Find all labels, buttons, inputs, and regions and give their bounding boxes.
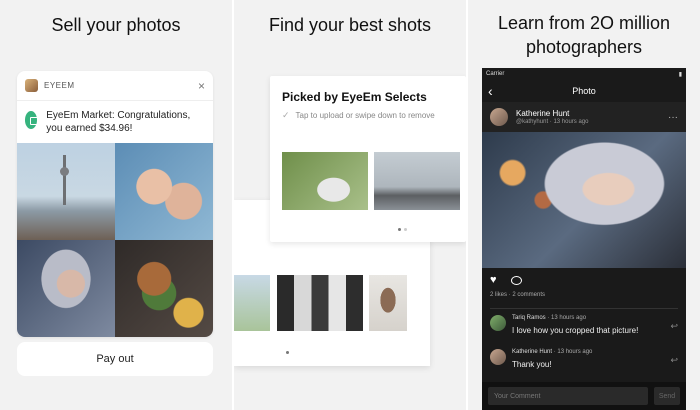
panel-learn-photographers: Learn from 2O million photographers Carr… <box>468 0 700 410</box>
heart-icon[interactable]: ♥ <box>490 274 497 286</box>
check-icon: ✓ <box>282 110 290 120</box>
carrier-label: Carrier <box>486 71 505 77</box>
comment-text: Thank you! <box>512 360 552 369</box>
nav-bar: ‹ Photo <box>482 80 686 102</box>
comment-composer: Send <box>482 382 686 410</box>
notification-app-name: EYEEM <box>44 81 75 90</box>
author-handle-time: @kathyhunt · 13 hours ago <box>516 119 589 125</box>
market-notification-card: EYEEM × EyeEm Market: Congratulations, y… <box>17 71 213 337</box>
author-block: Katherine Hunt @kathyhunt · 13 hours ago <box>516 109 588 125</box>
selected-photo-shoes[interactable] <box>282 152 368 210</box>
comment-body: Katherine Hunt · 13 hours ago Thank you! <box>512 349 670 377</box>
comment-item: Tariq Ramos · 13 hours ago I love how yo… <box>482 309 686 343</box>
pager-dot <box>398 228 401 231</box>
panel-find-best-shots: Find your best shots Picked by EyeEm Sel… <box>234 0 466 410</box>
photo-building-man[interactable] <box>277 275 363 331</box>
status-bar: Carrier ▮ <box>482 68 686 80</box>
photo-hands <box>115 143 213 240</box>
comment-time: · 13 hours ago <box>553 349 593 355</box>
panel-sell-photos: Sell your photos EYEEM × EyeEm Market: C… <box>0 0 232 410</box>
market-icon <box>25 111 41 129</box>
notification-body: EyeEm Market: Congratulations, you earne… <box>17 101 213 143</box>
likes-comments-count[interactable]: 2 likes · 2 comments <box>482 292 686 304</box>
pager-dots-bottom <box>286 351 289 354</box>
reply-icon[interactable]: ↩ <box>670 355 678 377</box>
comment-author[interactable]: Tariq Ramos <box>512 315 546 321</box>
avatar[interactable] <box>490 349 506 365</box>
close-icon[interactable]: × <box>198 79 205 93</box>
comment-text: I love how you cropped that picture! <box>512 326 639 335</box>
post-header: Katherine Hunt @kathyhunt · 13 hours ago… <box>482 102 686 132</box>
avatar[interactable] <box>490 315 506 331</box>
author-name[interactable]: Katherine Hunt <box>516 109 588 118</box>
comment-meta: Katherine Hunt · 13 hours ago <box>512 349 670 355</box>
comment-body: Tariq Ramos · 13 hours ago I love how yo… <box>512 315 670 343</box>
nav-title: Photo <box>572 86 596 96</box>
comment-author[interactable]: Katherine Hunt <box>512 349 552 355</box>
headline-learn-line2: photographers <box>525 37 643 57</box>
post-photo[interactable] <box>482 132 686 268</box>
post-actions: ♥ <box>482 268 686 292</box>
selects-card: Picked by EyeEm Selects ✓ Tap to upload … <box>270 76 466 242</box>
phone-screen: Carrier ▮ ‹ Photo Katherine Hunt @kathyh… <box>482 68 686 410</box>
comment-meta: Tariq Ramos · 13 hours ago <box>512 315 670 321</box>
notification-header: EYEEM × <box>17 71 213 101</box>
avatar[interactable] <box>490 108 508 126</box>
notification-message: EyeEm Market: Congratulations, you earne… <box>46 110 191 134</box>
back-arrow-icon[interactable]: ‹ <box>488 83 493 99</box>
send-button[interactable]: Send <box>654 387 680 405</box>
reply-icon[interactable]: ↩ <box>670 321 678 343</box>
selects-hint-text: Tap to upload or swipe down to remove <box>295 111 435 120</box>
selects-title: Picked by EyeEm Selects <box>282 90 427 104</box>
pager-dot <box>404 228 407 231</box>
pager-dots-top <box>398 228 407 231</box>
selected-photo-rock-sea[interactable] <box>374 152 460 210</box>
more-options-icon[interactable]: ··· <box>668 112 678 123</box>
photo-grid <box>17 143 213 337</box>
photo-berlin-tv-tower <box>17 143 115 240</box>
photo-portrait <box>17 240 115 337</box>
comment-bubble-icon[interactable] <box>510 275 522 285</box>
pay-out-button[interactable]: Pay out <box>17 342 213 376</box>
photo-burger <box>115 240 213 337</box>
eyeem-app-icon <box>25 79 38 92</box>
photo-palm-tree[interactable] <box>234 275 270 331</box>
photo-portrait-man[interactable] <box>369 275 407 331</box>
comment-input[interactable] <box>488 387 648 405</box>
comment-time: · 13 hours ago <box>547 315 587 321</box>
headline-find: Find your best shots <box>268 15 432 35</box>
pager-dot <box>286 351 289 354</box>
selects-hint: ✓ Tap to upload or swipe down to remove <box>282 110 435 121</box>
headline-learn-line1: Learn from 2O million <box>497 13 671 33</box>
comment-item: Katherine Hunt · 13 hours ago Thank you!… <box>482 343 686 377</box>
battery-icon: ▮ <box>678 71 682 78</box>
headline-sell: Sell your photos <box>51 15 181 35</box>
